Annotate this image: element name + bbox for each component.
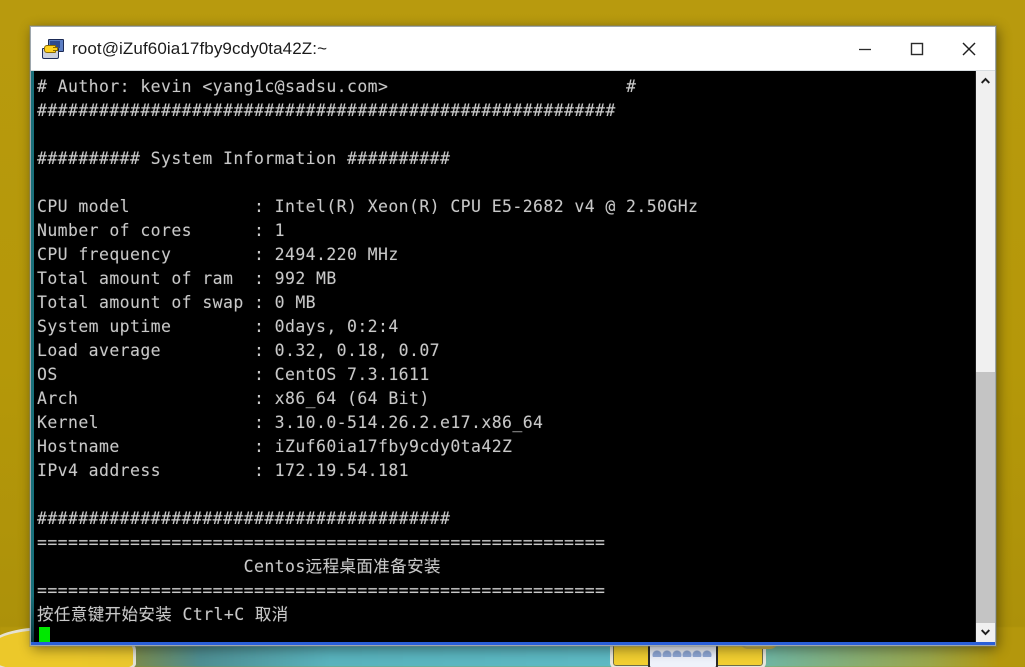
putty-terminal-icon bbox=[41, 38, 64, 60]
terminal-scrollbar[interactable] bbox=[975, 71, 995, 642]
scrollbar-up-arrow[interactable] bbox=[976, 71, 995, 90]
window-bottom-edge bbox=[31, 642, 995, 645]
terminal-cursor bbox=[39, 627, 50, 642]
scrollbar-down-arrow[interactable] bbox=[976, 623, 995, 642]
terminal-output-text: # Author: kevin <yang1c@sadsu.com> # ###… bbox=[37, 77, 699, 624]
terminal-area[interactable]: # Author: kevin <yang1c@sadsu.com> # ###… bbox=[31, 70, 995, 642]
window-titlebar[interactable]: root@iZuf60ia17fby9cdy0ta42Z:~ bbox=[31, 27, 995, 70]
close-button[interactable] bbox=[943, 27, 995, 70]
maximize-button[interactable] bbox=[891, 27, 943, 70]
scrollbar-thumb[interactable] bbox=[976, 372, 995, 623]
terminal-output-region[interactable]: # Author: kevin <yang1c@sadsu.com> # ###… bbox=[34, 71, 975, 642]
putty-terminal-window[interactable]: root@iZuf60ia17fby9cdy0ta42Z:~ # Author:… bbox=[30, 26, 996, 646]
window-title: root@iZuf60ia17fby9cdy0ta42Z:~ bbox=[72, 38, 328, 58]
scrollbar-track[interactable] bbox=[976, 90, 995, 623]
window-controls bbox=[839, 27, 995, 70]
minimize-button[interactable] bbox=[839, 27, 891, 70]
titlebar-left-group: root@iZuf60ia17fby9cdy0ta42Z:~ bbox=[31, 38, 839, 60]
